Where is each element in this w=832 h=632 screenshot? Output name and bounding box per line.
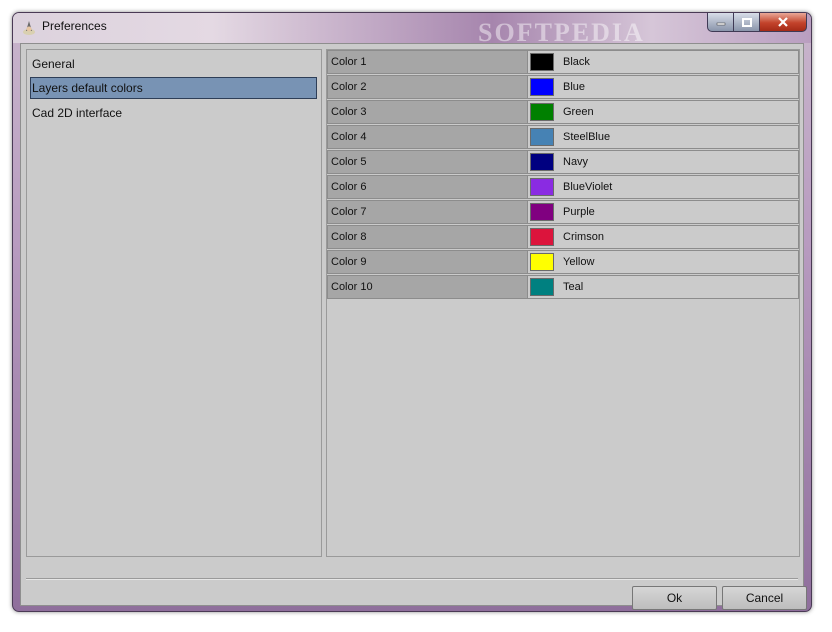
maximize-button[interactable] [734, 13, 760, 32]
color-swatch[interactable] [530, 278, 554, 296]
color-row-label: Color 1 [327, 50, 528, 74]
color-row: Color 10 Teal [327, 275, 799, 300]
ok-button[interactable]: Ok [632, 586, 717, 610]
color-swatch[interactable] [530, 178, 554, 196]
color-row: Color 4 SteelBlue [327, 125, 799, 150]
color-grid: Color 1 Black Color 2 Blue Color 3 Green [326, 49, 800, 557]
color-value-cell[interactable]: BlueViolet [528, 175, 799, 199]
category-list: General Layers default colors Cad 2D int… [26, 49, 322, 557]
close-icon [778, 17, 788, 27]
nav-item-layers-default-colors[interactable]: Layers default colors [30, 77, 317, 99]
color-swatch[interactable] [530, 128, 554, 146]
color-swatch[interactable] [530, 78, 554, 96]
color-row-label: Color 7 [327, 200, 528, 224]
window-controls [707, 13, 807, 33]
color-value-cell[interactable]: Teal [528, 275, 799, 299]
footer-divider [26, 578, 798, 580]
gnome-icon [23, 21, 35, 35]
color-value-cell[interactable]: Navy [528, 150, 799, 174]
color-name: Black [563, 56, 590, 68]
color-row-label: Color 2 [327, 75, 528, 99]
color-name: Green [563, 106, 594, 118]
color-swatch[interactable] [530, 53, 554, 71]
color-row: Color 2 Blue [327, 75, 799, 100]
color-value-cell[interactable]: Black [528, 50, 799, 74]
minimize-icon [716, 22, 725, 26]
color-swatch[interactable] [530, 203, 554, 221]
color-row-label: Color 8 [327, 225, 528, 249]
color-row: Color 9 Yellow [327, 250, 799, 275]
color-row: Color 8 Crimson [327, 225, 799, 250]
close-button[interactable] [760, 13, 807, 32]
color-name: SteelBlue [563, 131, 611, 143]
color-row-label: Color 5 [327, 150, 528, 174]
color-row: Color 1 Black [327, 50, 799, 75]
color-name: Crimson [563, 231, 604, 243]
color-value-cell[interactable]: SteelBlue [528, 125, 799, 149]
color-row-label: Color 9 [327, 250, 528, 274]
maximize-icon [741, 17, 752, 27]
color-value-cell[interactable]: Yellow [528, 250, 799, 274]
color-swatch[interactable] [530, 153, 554, 171]
color-name: Yellow [563, 256, 595, 268]
color-row: Color 5 Navy [327, 150, 799, 175]
color-name: Blue [563, 81, 586, 93]
color-value-cell[interactable]: Crimson [528, 225, 799, 249]
color-row-label: Color 4 [327, 125, 528, 149]
color-swatch[interactable] [530, 253, 554, 271]
dialog-client-area: General Layers default colors Cad 2D int… [20, 43, 807, 610]
color-row: Color 7 Purple [327, 200, 799, 225]
color-row: Color 6 BlueViolet [327, 175, 799, 200]
color-value-cell[interactable]: Blue [528, 75, 799, 99]
preferences-window: Preferences SOFTPEDIA General Layers def… [12, 12, 812, 612]
color-swatch[interactable] [530, 103, 554, 121]
color-value-cell[interactable]: Purple [528, 200, 799, 224]
nav-item-general[interactable]: General [30, 53, 317, 75]
color-row-label: Color 3 [327, 100, 528, 124]
color-row-label: Color 10 [327, 275, 528, 299]
color-row: Color 3 Green [327, 100, 799, 125]
color-name: Navy [563, 156, 589, 168]
color-name: BlueViolet [563, 181, 613, 193]
nav-item-cad-2d-interface[interactable]: Cad 2D interface [30, 102, 317, 124]
color-swatch[interactable] [530, 228, 554, 246]
title-bar[interactable]: Preferences SOFTPEDIA [13, 13, 811, 47]
color-name: Teal [563, 281, 584, 293]
window-title: Preferences [42, 19, 107, 33]
cancel-button[interactable]: Cancel [722, 586, 807, 610]
minimize-button[interactable] [707, 13, 734, 32]
color-row-label: Color 6 [327, 175, 528, 199]
color-value-cell[interactable]: Green [528, 100, 799, 124]
color-name: Purple [563, 206, 595, 218]
